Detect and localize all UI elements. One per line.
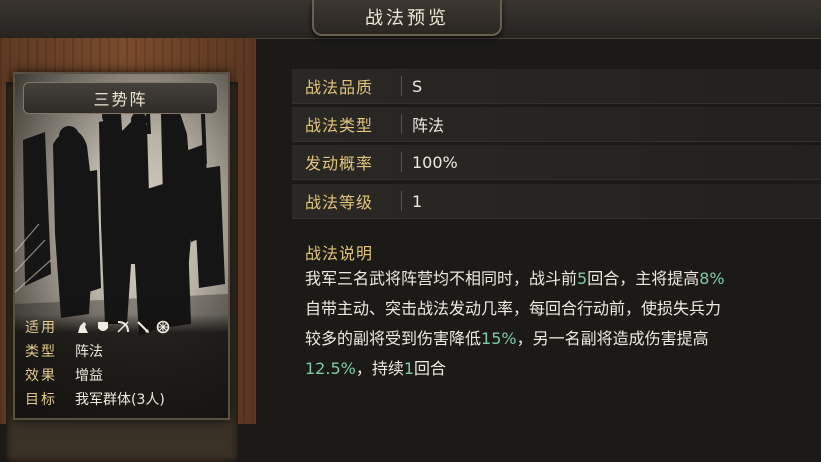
property-value: 100% [412, 152, 458, 172]
property-label: 战法等级 [305, 193, 374, 212]
divider [401, 152, 402, 172]
info-key: 目标 [25, 392, 57, 408]
description-line: 自带主动、突击战法发动几率，每回合行动前，使损失兵力 [305, 294, 821, 324]
info-key: 适用 [25, 320, 57, 336]
highlight-value: 12.5% [305, 359, 356, 378]
description-segment: ，持续 [355, 359, 404, 378]
description-segment: 较多的副将受到伤害降低 [305, 329, 482, 348]
divider [401, 114, 402, 134]
highlight-value: 8% [699, 269, 725, 288]
tactic-info-panel: 适用 类型 阵法 效果 增益 目标 我军群体(3人) [15, 314, 228, 418]
info-value: 增益 [75, 368, 103, 384]
description-segment: ，另一名副将造成伤害提高 [516, 329, 709, 348]
info-key: 类型 [25, 344, 57, 360]
unit-type-icons [75, 319, 171, 335]
divider [401, 76, 402, 96]
info-row-type: 类型 阵法 [25, 340, 103, 362]
info-value: 阵法 [75, 344, 103, 360]
bow-icon [115, 319, 131, 335]
property-value: 阵法 [412, 116, 445, 135]
chariot-icon [155, 319, 171, 335]
info-key: 效果 [25, 368, 57, 384]
description-segment: 回合 [414, 359, 447, 378]
spear-icon [135, 319, 151, 335]
tactic-card: 三势阵 适用 类型 阵法 效果 增益 目标 我军群体(3人) [13, 72, 230, 420]
info-value: 我军群体(3人) [75, 392, 165, 408]
highlight-value: 1 [403, 359, 415, 378]
description-line: 较多的副将受到伤害降低15%，另一名副将造成伤害提高 [305, 324, 821, 354]
description-segment: 回合，主将提高 [587, 269, 700, 288]
property-value: 1 [412, 191, 423, 211]
property-row-quality: 战法品质 S [292, 69, 821, 104]
description-segment: 自带主动、突击战法发动几率，每回合行动前，使损失兵力 [305, 299, 722, 318]
divider [401, 191, 402, 211]
description-segment: 我军三名武将阵营均不相同时，战斗前 [305, 269, 578, 288]
tactic-name-plate: 三势阵 [23, 82, 218, 114]
property-value: S [412, 76, 423, 96]
description-line: 我军三名武将阵营均不相同时，战斗前5回合，主将提高8% [305, 264, 821, 294]
page-title: 战法预览 [365, 8, 449, 29]
tactic-name: 三势阵 [93, 90, 148, 109]
highlight-value: 5 [577, 269, 588, 288]
info-row-effect: 效果 增益 [25, 364, 103, 386]
title-plate: 战法预览 [312, 0, 502, 36]
property-label: 发动概率 [305, 154, 374, 173]
info-row-target: 目标 我军群体(3人) [25, 388, 165, 410]
property-label: 战法品质 [305, 78, 374, 97]
info-row-applicable: 适用 [25, 316, 171, 338]
property-row-type: 战法类型 阵法 [292, 107, 821, 142]
shield-icon [95, 319, 111, 335]
description-title: 战法说明 [305, 244, 374, 263]
property-row-level: 战法等级 1 [292, 184, 821, 219]
property-row-probability: 发动概率 100% [292, 145, 821, 180]
cavalry-icon [75, 319, 91, 335]
description-text: 我军三名武将阵营均不相同时，战斗前5回合，主将提高8% 自带主动、突击战法发动几率… [305, 264, 821, 384]
highlight-value: 15% [481, 329, 517, 348]
description-line: 12.5%，持续1回合 [305, 354, 821, 384]
property-label: 战法类型 [305, 116, 374, 135]
